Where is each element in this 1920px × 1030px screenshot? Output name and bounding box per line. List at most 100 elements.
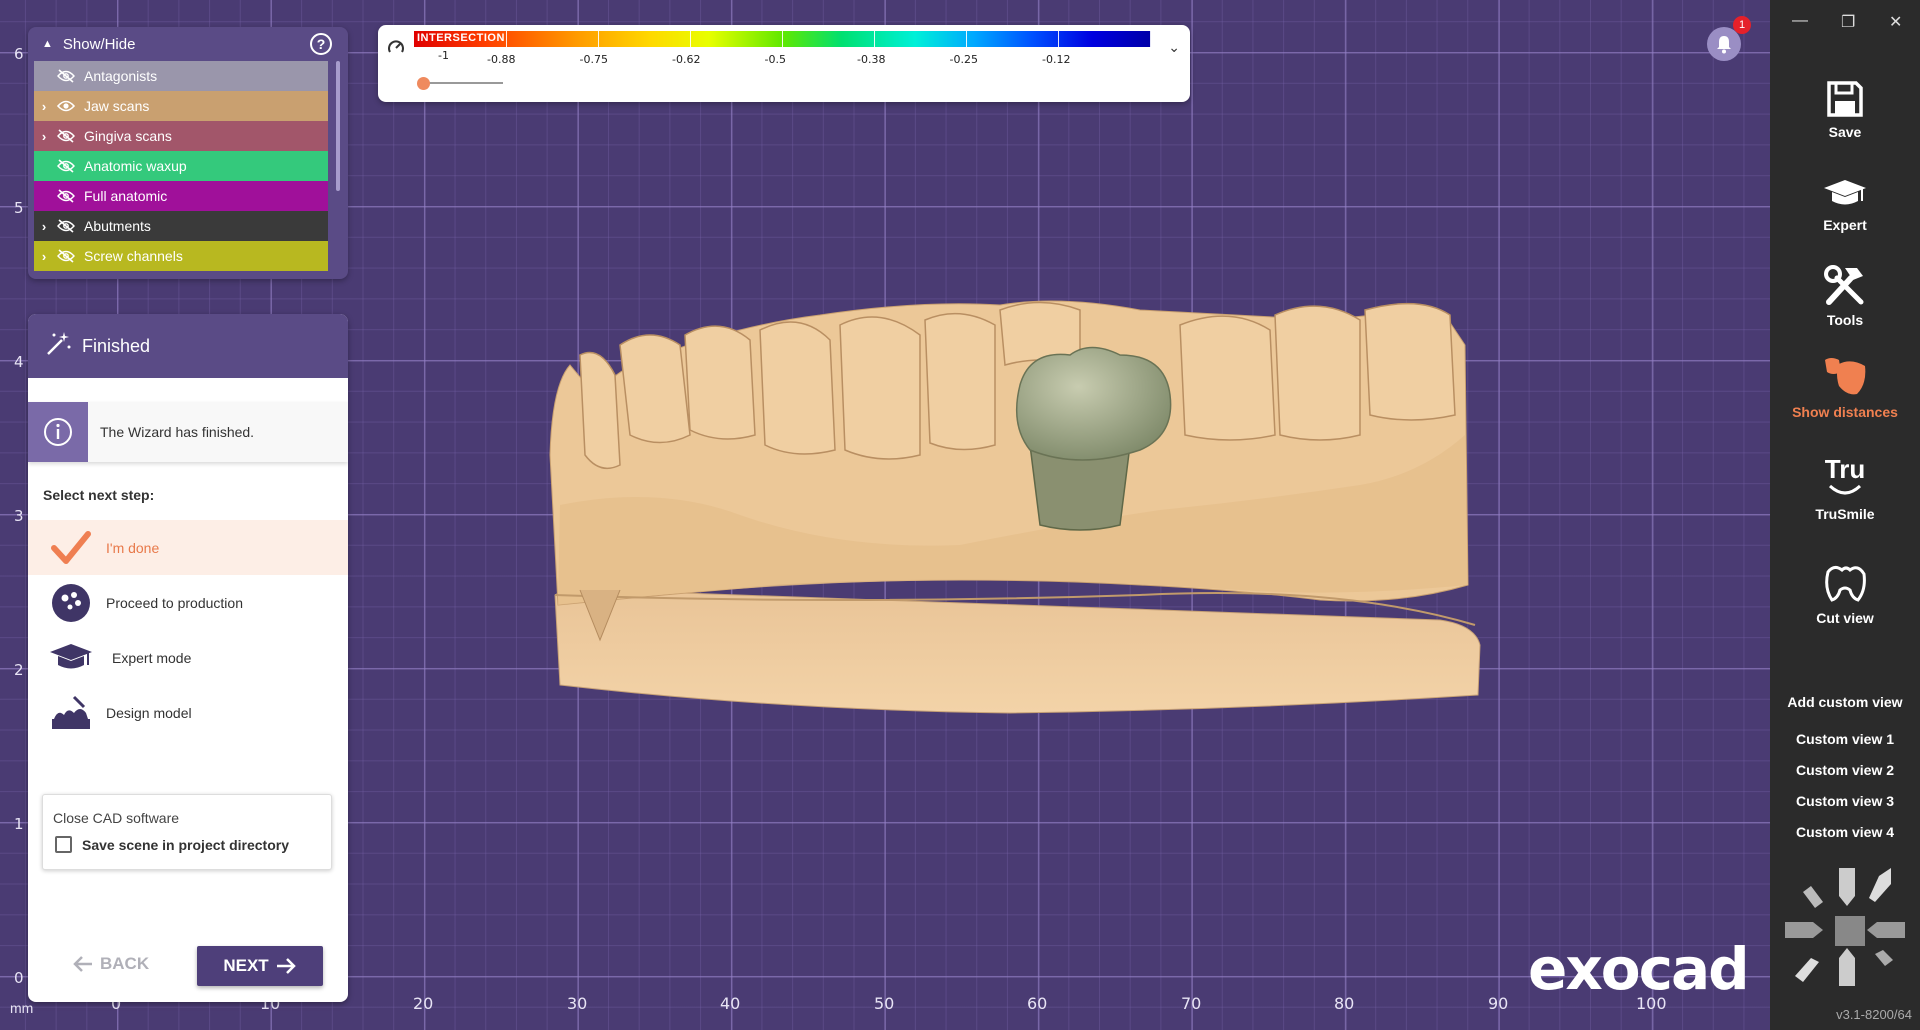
exocad-logo: exocad: [1528, 935, 1750, 1003]
x-axis-label: 20: [413, 994, 434, 1013]
eye-hidden-icon[interactable]: [54, 129, 78, 143]
step-im-done[interactable]: I'm done: [28, 520, 348, 575]
distance-colorbar-panel: INTERSECTION -1 -0.88 -0.75 -0.62 -0.5 -0.38 -…: [378, 25, 1190, 102]
show-distances-label: Show distances: [1792, 404, 1898, 420]
cut-view-button[interactable]: Cut view: [1770, 562, 1920, 626]
info-text: The Wizard has finished.: [100, 424, 255, 440]
restore-icon[interactable]: ❐: [1841, 12, 1855, 32]
eye-hidden-icon[interactable]: [54, 249, 78, 263]
colorbar-tick-label: -0.38: [857, 53, 886, 66]
layer-label: Full anatomic: [84, 188, 168, 204]
layer-row[interactable]: Antagonists: [34, 61, 328, 91]
info-icon: [28, 402, 88, 462]
colorbar-tick: [966, 31, 967, 47]
close-cad-section: Close CAD software Save scene in project…: [42, 794, 332, 870]
trusmile-icon: Tru: [1770, 456, 1920, 500]
colorbar-tick-label: -0.62: [672, 53, 701, 66]
gauge-icon[interactable]: [387, 38, 405, 61]
step-design-model[interactable]: Design model: [28, 685, 348, 740]
dental-model-3d[interactable]: [540, 285, 1500, 725]
show-hide-header[interactable]: ▲ Show/Hide ?: [28, 27, 348, 61]
navigation-cube-icon[interactable]: [1783, 866, 1907, 990]
step-label: Proceed to production: [106, 594, 243, 611]
scrollbar[interactable]: [336, 61, 340, 191]
cut-view-label: Cut view: [1816, 610, 1874, 626]
colorbar-tick: [874, 31, 875, 47]
chevron-right-icon[interactable]: ›: [34, 249, 54, 264]
back-label: BACK: [100, 954, 150, 973]
save-button[interactable]: Save: [1770, 80, 1920, 140]
close-cad-title: Close CAD software: [53, 810, 180, 826]
chevron-right-icon[interactable]: ›: [34, 129, 54, 144]
threshold-slider-track[interactable]: [423, 82, 503, 84]
y-axis-label: 0: [14, 969, 24, 987]
save-label: Save: [1828, 124, 1862, 140]
y-axis-label: 1: [14, 815, 24, 833]
colorbar-tick: [1058, 31, 1059, 47]
chevron-right-icon[interactable]: ›: [34, 99, 54, 114]
custom-view-2-button[interactable]: Custom view 2: [1770, 762, 1920, 778]
trusmile-button[interactable]: Tru TruSmile: [1770, 456, 1920, 522]
wizard-title: Finished: [82, 335, 151, 356]
colorbar-tick-label: -0.5: [764, 53, 786, 66]
graduation-cap-icon: [1770, 177, 1920, 211]
eye-hidden-icon[interactable]: [54, 159, 78, 173]
save-scene-checkbox[interactable]: [55, 836, 72, 853]
y-axis-label: 2: [14, 661, 24, 679]
save-scene-option[interactable]: Save scene in project directory: [55, 836, 289, 853]
step-proceed-to-production[interactable]: Proceed to production: [28, 575, 348, 630]
checkmark-icon: [48, 525, 94, 571]
layer-row[interactable]: Anatomic waxup: [34, 151, 328, 181]
show-distances-icon: [1770, 354, 1920, 398]
layer-row[interactable]: › Abutments: [34, 211, 328, 241]
layer-label: Anatomic waxup: [84, 158, 187, 174]
colorbar-title: INTERSECTION: [417, 32, 505, 44]
x-axis-label: 50: [874, 994, 895, 1013]
custom-view-4-button[interactable]: Custom view 4: [1770, 824, 1920, 840]
layer-label: Abutments: [84, 218, 151, 234]
layer-row[interactable]: Full anatomic: [34, 181, 328, 211]
layer-row[interactable]: › Screw channels: [34, 241, 328, 271]
tools-button[interactable]: Tools: [1770, 264, 1920, 328]
tools-icon: [1770, 264, 1920, 306]
help-icon[interactable]: ?: [310, 33, 332, 55]
close-icon[interactable]: ✕: [1889, 12, 1902, 32]
next-button[interactable]: NEXT: [197, 946, 323, 986]
threshold-slider-handle[interactable]: [417, 77, 430, 90]
add-custom-view-button[interactable]: Add custom view: [1770, 694, 1920, 710]
x-axis-label: 40: [720, 994, 741, 1013]
expert-button[interactable]: Expert: [1770, 177, 1920, 233]
color-scale-bar: INTERSECTION: [414, 31, 1151, 47]
colorbar-tick: [690, 31, 691, 47]
y-axis-label: 5: [14, 199, 24, 217]
layer-row[interactable]: › Jaw scans: [34, 91, 328, 121]
custom-view-1-button[interactable]: Custom view 1: [1770, 731, 1920, 747]
chevron-down-icon[interactable]: ⌄: [1168, 39, 1180, 56]
magic-wand-icon: [44, 330, 72, 363]
next-label: NEXT: [223, 956, 269, 975]
tools-label: Tools: [1826, 312, 1864, 328]
back-button[interactable]: BACK: [72, 946, 149, 982]
y-axis-label: 6: [14, 45, 24, 63]
colorbar-tick-label: -1: [438, 49, 449, 62]
eye-hidden-icon[interactable]: [54, 69, 78, 83]
colorbar-tick-label: -0.12: [1042, 53, 1071, 66]
layer-row[interactable]: › Gingiva scans: [34, 121, 328, 151]
step-expert-mode[interactable]: Expert mode: [28, 630, 348, 685]
x-axis-label: 70: [1181, 994, 1202, 1013]
show-distances-button[interactable]: Show distances: [1770, 354, 1920, 420]
colorbar-tick: [598, 31, 599, 47]
chevron-up-icon: ▲: [42, 38, 53, 50]
x-axis-label: 30: [567, 994, 588, 1013]
custom-view-3-button[interactable]: Custom view 3: [1770, 793, 1920, 809]
eye-hidden-icon[interactable]: [54, 219, 78, 233]
eye-hidden-icon[interactable]: [54, 189, 78, 203]
x-axis-label: 80: [1334, 994, 1355, 1013]
eye-icon[interactable]: [54, 100, 78, 112]
chevron-right-icon[interactable]: ›: [34, 219, 54, 234]
trusmile-label: TruSmile: [1815, 506, 1875, 522]
y-axis-label: 4: [14, 353, 24, 371]
minimize-icon[interactable]: —: [1792, 12, 1808, 30]
colorbar-tick-label: -0.25: [949, 53, 978, 66]
axis-unit-label: mm: [10, 1000, 34, 1016]
